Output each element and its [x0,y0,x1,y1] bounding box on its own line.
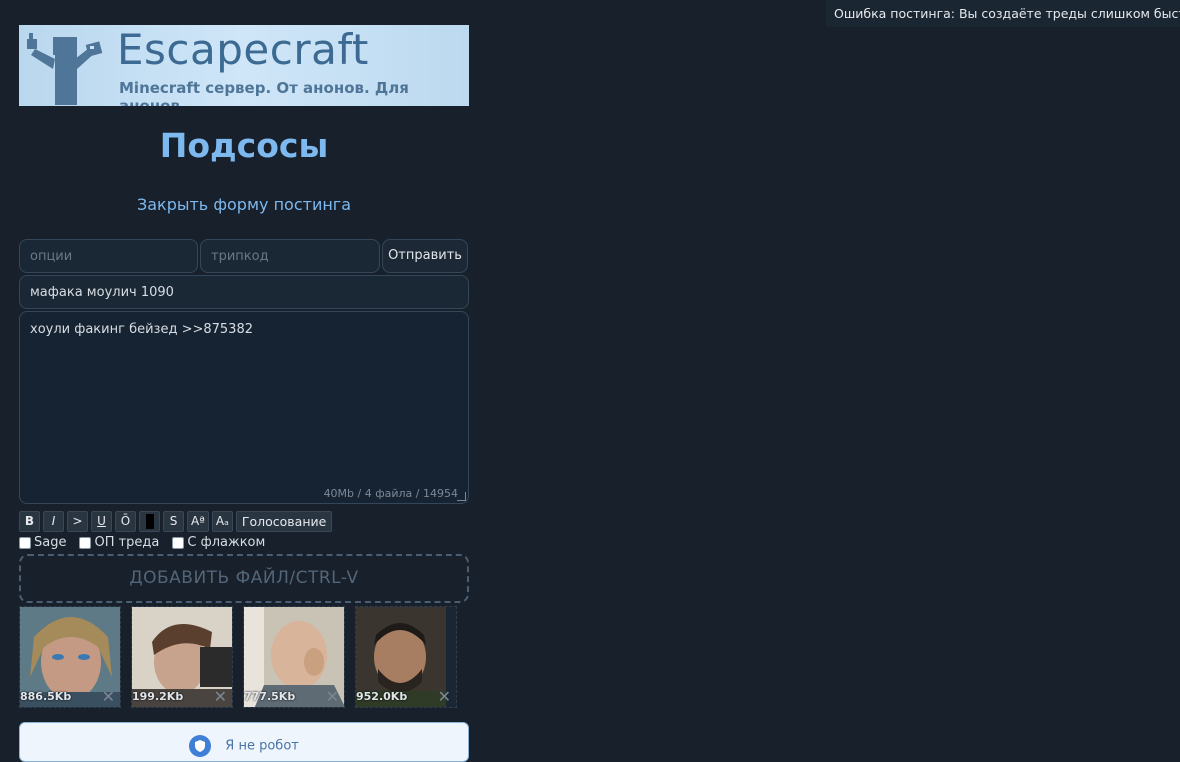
op-checkbox[interactable]: ОП треда [79,535,159,550]
comment-textarea[interactable]: хоули факинг бейзед >>875382 40Mb / 4 фа… [19,311,469,504]
posting-error-message: Ошибка постинга: Вы создаёте треды слишк… [826,0,1180,27]
poll-button[interactable]: Голосование [235,511,333,532]
send-button[interactable]: Отправить [382,239,468,273]
sage-checkbox[interactable]: Sage [19,535,66,550]
flag-label: С флажком [187,535,266,550]
markup-toolbar: B I > U Ō S Aª Aₐ Голосование [19,511,333,533]
underline-button[interactable]: U [91,511,112,532]
file-size: 886.5Kb [20,690,72,703]
subscript-button[interactable]: Aₐ [211,511,233,532]
spoiler-button[interactable] [139,511,160,532]
close-icon[interactable]: ✕ [214,687,227,706]
attached-file-1[interactable]: 886.5Kb ✕ [19,606,121,708]
attached-file-2[interactable]: 199.2Kb ✕ [131,606,233,708]
spoiler-swatch-icon [145,514,154,529]
banner-subtitle: Minecraft сервер. От анонов. Для анонов. [119,79,409,106]
add-file-dropzone[interactable]: ДОБАВИТЬ ФАЙЛ/CTRL-V [19,554,469,603]
banner[interactable]: Escapecraft Minecraft сервер. От анонов.… [19,25,469,106]
post-options: Sage ОП треда С флажком [19,535,265,550]
checkbox-icon[interactable] [172,536,185,549]
resize-handle-icon[interactable] [457,492,466,501]
checkbox-icon[interactable] [79,536,92,549]
subject-input[interactable] [19,275,469,309]
attached-file-3[interactable]: 777.5Kb ✕ [243,606,345,708]
attached-file-4[interactable]: 952.0Kb ✕ [355,606,457,708]
file-size: 199.2Kb [132,690,184,703]
close-icon[interactable]: ✕ [102,687,115,706]
overline-button[interactable]: Ō [115,511,136,532]
checkbox-icon[interactable] [19,536,31,549]
captcha-widget[interactable]: Я не робот [19,722,469,762]
bold-button[interactable]: B [19,511,40,532]
close-post-form-link[interactable]: Закрыть форму постинга [19,195,469,214]
sage-label: Sage [34,535,67,550]
board-title: Подсосы [159,126,329,165]
file-size: 952.0Kb [356,690,408,703]
captcha-label: Я не робот [225,738,299,754]
file-size: 777.5Kb [244,690,296,703]
superscript-button[interactable]: Aª [187,511,209,532]
creeper-figure-icon [27,33,103,105]
banner-title: Escapecraft [117,25,369,74]
flag-checkbox[interactable]: С флажком [172,535,265,550]
op-label: ОП треда [94,535,160,550]
close-icon[interactable]: ✕ [438,687,451,706]
quote-button[interactable]: > [67,511,88,532]
italic-button[interactable]: I [43,511,64,532]
shield-icon [189,735,212,757]
strikethrough-button[interactable]: S [163,511,184,532]
comment-text: хоули факинг бейзед >>875382 [30,322,253,337]
tripcode-input[interactable] [200,239,380,273]
upload-limits-counter: 40Mb / 4 файла / 14954 [323,487,458,500]
options-input[interactable] [19,239,198,273]
close-icon[interactable]: ✕ [326,687,339,706]
